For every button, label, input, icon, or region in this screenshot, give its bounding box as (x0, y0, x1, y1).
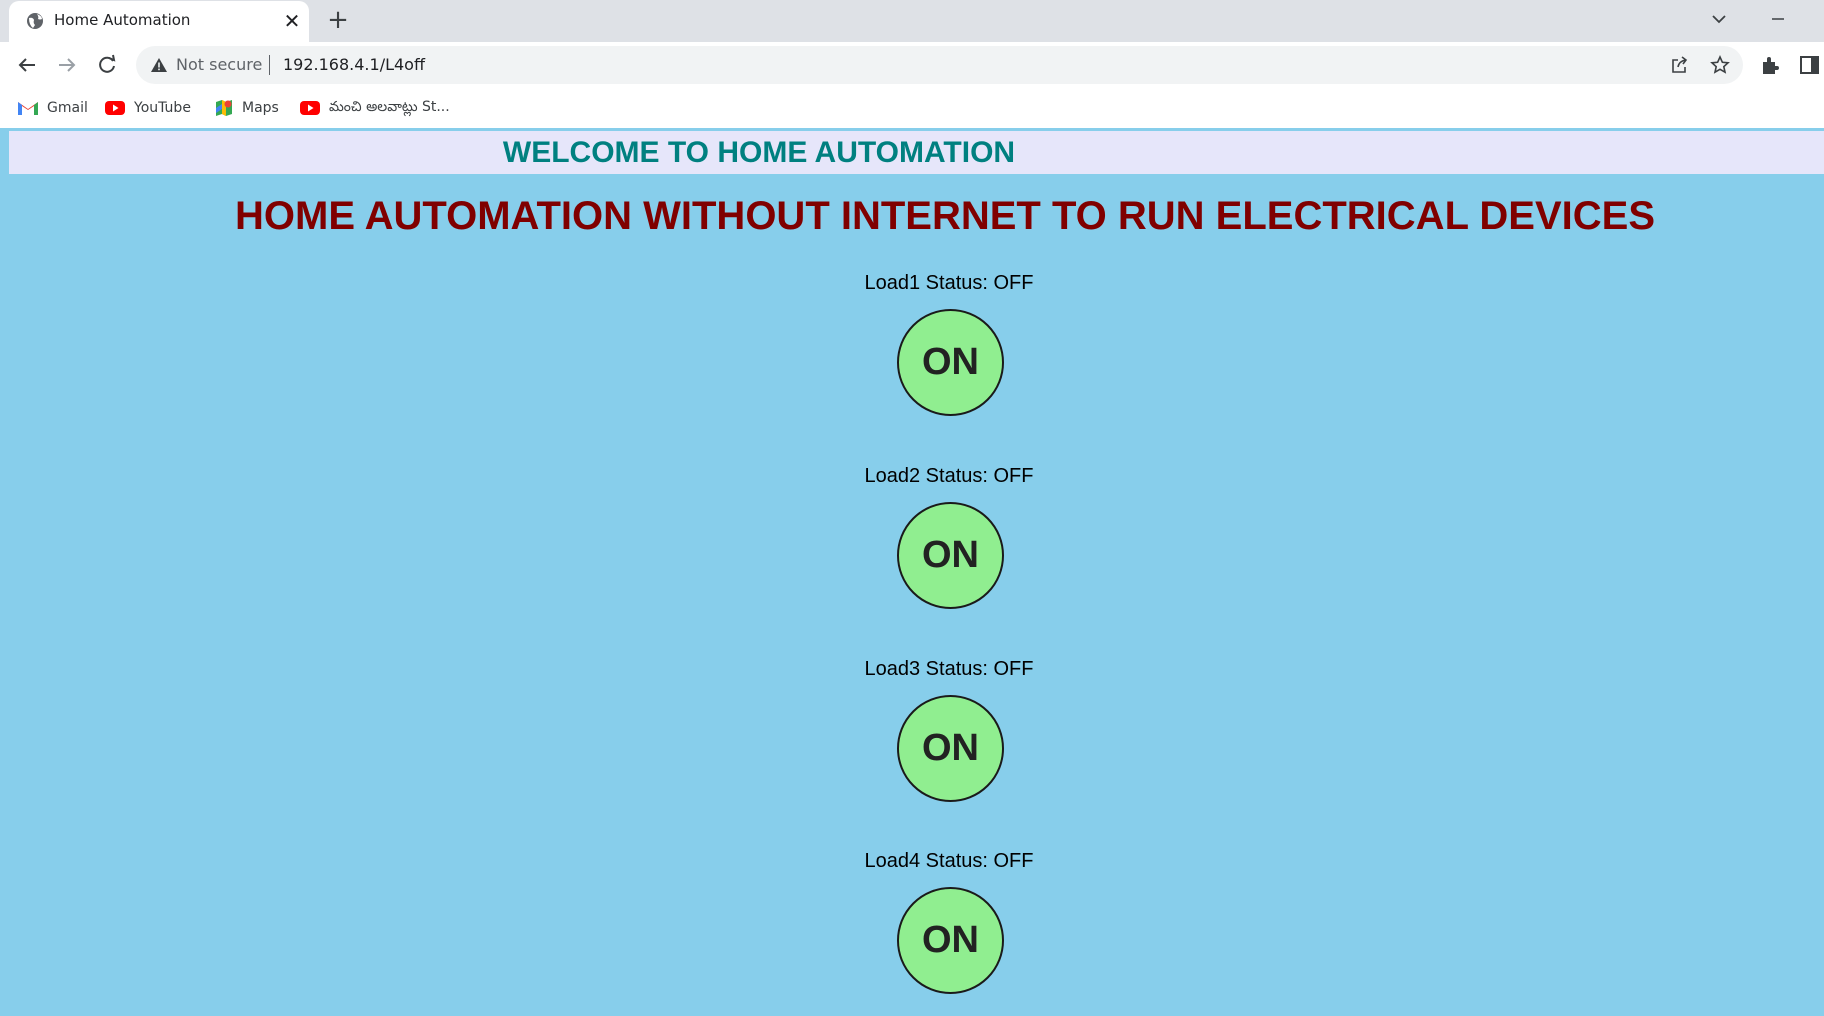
bookmarks-bar: Gmail YouTube Maps మంచి అలవాట్లు St... (0, 88, 1824, 129)
bookmark-label: YouTube (134, 100, 191, 116)
address-bar[interactable]: Not secure 192.168.4.1/L4off (136, 46, 1743, 84)
separator (269, 55, 270, 75)
load-3-on-button[interactable]: ON (897, 695, 1004, 802)
load-2: Load2 Status: OFF ON (820, 463, 1078, 609)
page-content: WELCOME TO HOME AUTOMATION HOME AUTOMATI… (0, 128, 1824, 1016)
bookmark-youtube[interactable]: YouTube (104, 96, 191, 120)
bookmark-label: Gmail (47, 100, 88, 116)
close-tab-icon[interactable]: ✕ (281, 10, 303, 32)
minimize-window-icon[interactable] (1764, 6, 1792, 32)
youtube-icon (105, 101, 125, 115)
browser-tab[interactable]: Home Automation ✕ (9, 1, 309, 42)
side-panel-icon[interactable] (1799, 54, 1821, 76)
tab-strip: Home Automation ✕ + (0, 0, 1824, 42)
gmail-icon (18, 102, 38, 115)
load-4-on-button[interactable]: ON (897, 887, 1004, 994)
load-2-on-button[interactable]: ON (897, 502, 1004, 609)
warning-icon (151, 58, 167, 72)
url-text[interactable]: 192.168.4.1/L4off (283, 55, 425, 74)
globe-icon (27, 13, 43, 29)
security-label[interactable]: Not secure (176, 55, 262, 74)
bookmark-label: Maps (242, 100, 279, 116)
youtube-icon (300, 101, 320, 115)
browser-toolbar: Not secure 192.168.4.1/L4off (0, 42, 1824, 88)
load-status: Load1 Status: OFF (864, 272, 1034, 294)
bookmark-maps[interactable]: Maps (214, 96, 279, 120)
extensions-icon[interactable] (1760, 54, 1782, 76)
load-3: Load3 Status: OFF ON (820, 656, 1078, 802)
share-icon[interactable] (1670, 55, 1690, 75)
bookmark-gmail[interactable]: Gmail (17, 96, 88, 120)
bookmark-star-icon[interactable] (1710, 55, 1730, 75)
load-status: Load2 Status: OFF (864, 465, 1034, 487)
load-status: Load4 Status: OFF (864, 850, 1034, 872)
reload-icon[interactable] (92, 50, 122, 80)
welcome-banner: WELCOME TO HOME AUTOMATION (9, 131, 1824, 174)
bookmark-channel[interactable]: మంచి అలవాట్లు St... (299, 96, 450, 120)
new-tab-button[interactable]: + (324, 6, 352, 34)
tab-title: Home Automation (54, 11, 191, 29)
load-4: Load4 Status: OFF ON (820, 848, 1078, 994)
welcome-title: WELCOME TO HOME AUTOMATION (502, 136, 1016, 169)
load-1: Load1 Status: OFF ON (820, 270, 1078, 416)
forward-icon[interactable] (52, 50, 82, 80)
bookmark-label: మంచి అలవాట్లు St... (329, 98, 450, 115)
maps-icon (216, 100, 232, 116)
back-icon[interactable] (12, 50, 42, 80)
load-1-on-button[interactable]: ON (897, 309, 1004, 416)
page-title: HOME AUTOMATION WITHOUT INTERNET TO RUN … (235, 194, 1655, 238)
load-status: Load3 Status: OFF (864, 658, 1034, 680)
tab-search-icon[interactable] (1706, 6, 1732, 32)
